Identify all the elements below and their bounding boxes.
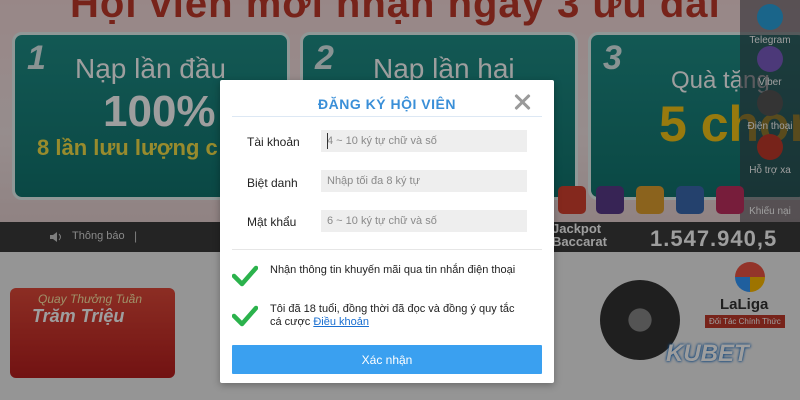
username-label: Tài khoản [247, 135, 300, 149]
password-label: Mật khẩu [247, 215, 297, 229]
checkmark-icon [231, 265, 259, 287]
age-consent-checkbox[interactable] [231, 304, 259, 328]
age-consent-label: Tôi đã 18 tuổi, đồng thời đã đọc và đồng… [270, 303, 515, 328]
terms-link[interactable]: Điều khoản [313, 316, 369, 328]
submit-button[interactable]: Xác nhận [232, 345, 542, 374]
username-input[interactable] [321, 130, 527, 152]
nickname-label: Biệt danh [247, 176, 298, 190]
form-divider [232, 249, 542, 250]
text-caret [327, 133, 328, 149]
sms-consent-checkbox[interactable] [231, 264, 259, 288]
checkmark-icon [231, 305, 259, 327]
register-modal: ĐĂNG KÝ HỘI VIÊN Tài khoản Biệt danh Mật… [220, 80, 554, 383]
age-consent-text: Tôi đã 18 tuổi, đồng thời đã đọc và đồng… [270, 303, 520, 329]
modal-title: ĐĂNG KÝ HỘI VIÊN [318, 96, 456, 112]
sms-consent-text: Nhận thông tin khuyến mãi qua tin nhắn đ… [270, 264, 516, 276]
nickname-input[interactable] [321, 170, 527, 192]
title-divider [232, 116, 542, 117]
close-icon[interactable] [512, 92, 532, 112]
password-input[interactable] [321, 210, 527, 232]
